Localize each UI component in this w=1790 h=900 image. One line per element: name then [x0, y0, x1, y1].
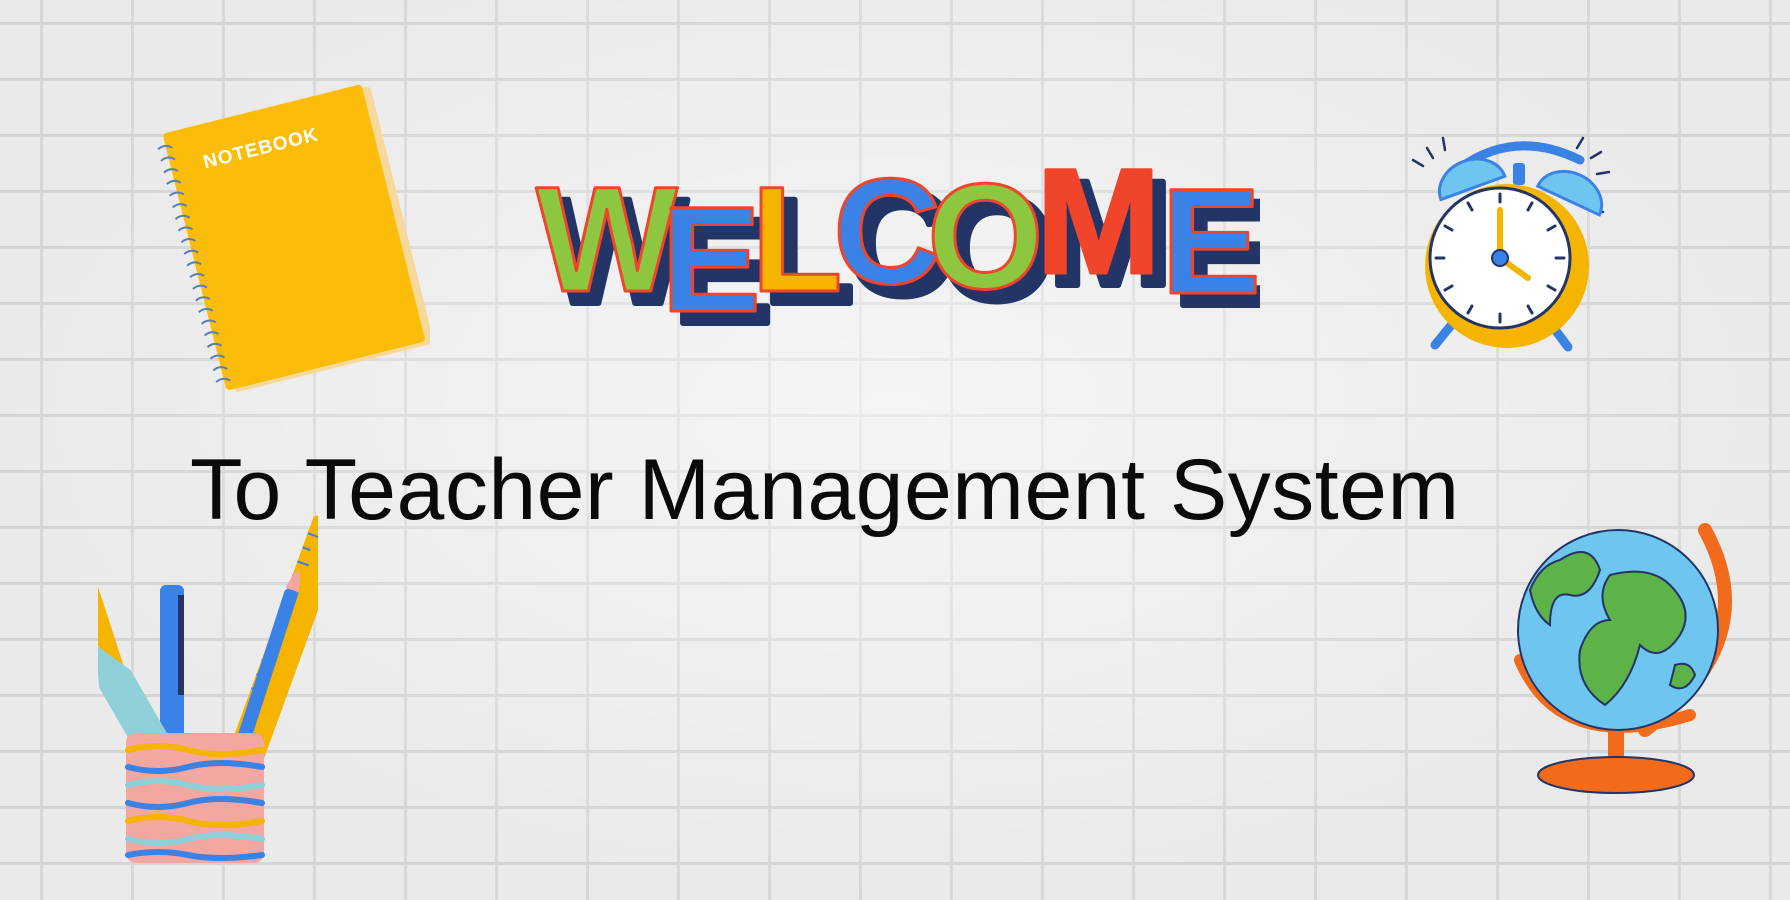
welcome-banner: W E L C O M E W E L C O M E	[535, 136, 1261, 346]
welcome-letter: O	[927, 152, 1044, 320]
welcome-letter: L	[751, 155, 843, 323]
alarm-clock-icon	[1411, 136, 1611, 352]
notebook-icon: NOTEBOOK	[157, 84, 430, 392]
welcome-letter: C	[833, 147, 941, 315]
pencil-cup-icon	[98, 515, 318, 863]
welcome-letter: W	[536, 155, 678, 323]
globe-icon	[1514, 523, 1732, 794]
welcome-letter: E	[1161, 157, 1260, 325]
page-subtitle: To Teacher Management System	[190, 442, 1460, 538]
welcome-letter: E	[661, 175, 761, 343]
welcome-letter: M	[1036, 137, 1161, 305]
